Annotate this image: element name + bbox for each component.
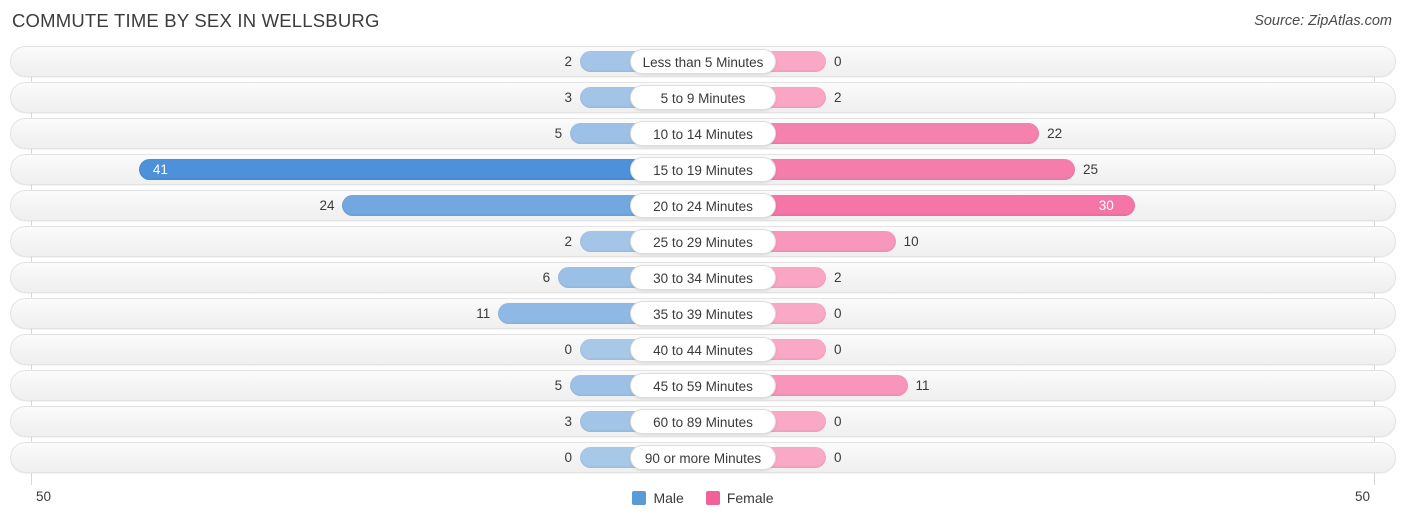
female-bar[interactable] (762, 231, 896, 252)
category-label: 90 or more Minutes (630, 445, 776, 470)
category-label: Less than 5 Minutes (630, 49, 776, 74)
legend-swatch-icon (632, 491, 647, 505)
bar-row: 24 30 20 to 24 Minutes (0, 188, 1406, 224)
male-value-label: 24 (319, 198, 335, 213)
female-value-label: 25 (1083, 162, 1099, 177)
legend-item[interactable]: Female (705, 490, 774, 506)
source-attribution: Source: ZipAtlas.com (1254, 13, 1392, 29)
female-value-label: 22 (1047, 126, 1063, 141)
female-value-label: 10 (903, 234, 919, 249)
male-bar[interactable] (342, 195, 644, 216)
female-value-label: 0 (834, 342, 842, 357)
female-value-label: 0 (834, 54, 842, 69)
male-value-label: 6 (542, 270, 551, 285)
category-label: 15 to 19 Minutes (630, 157, 776, 182)
category-label: 30 to 34 Minutes (630, 265, 776, 290)
chart-footer: 50 50 Male Female (0, 485, 1406, 523)
bar-row: 0 0 90 or more Minutes (0, 440, 1406, 476)
female-value-label: 2 (834, 90, 842, 105)
male-value-label: 3 (564, 90, 572, 105)
category-label: 35 to 39 Minutes (630, 301, 776, 326)
chart-legend: Male Female (0, 490, 1406, 506)
male-bar[interactable] (498, 303, 644, 324)
bar-row: 2 10 25 to 29 Minutes (0, 224, 1406, 260)
category-label: 20 to 24 Minutes (630, 193, 776, 218)
male-value-label: 5 (554, 126, 563, 141)
female-value-label: 0 (834, 450, 842, 465)
bar-row: 2 0 Less than 5 Minutes (0, 44, 1406, 80)
bar-row: 41 25 15 to 19 Minutes (0, 152, 1406, 188)
commute-time-chart: COMMUTE TIME BY SEX IN WELLSBURG Source:… (0, 0, 1406, 523)
female-value-label: 11 (915, 378, 930, 393)
legend-label: Male (653, 490, 684, 506)
category-label: 10 to 14 Minutes (630, 121, 776, 146)
plot-area: 2 0 Less than 5 Minutes 3 2 5 to 9 Minutes 5 22… (0, 44, 1406, 485)
male-value-label: 0 (564, 342, 572, 357)
bar-row: 5 22 10 to 14 Minutes (0, 116, 1406, 152)
bar-row: 6 2 30 to 34 Minutes (0, 260, 1406, 296)
bar-row: 3 2 5 to 9 Minutes (0, 80, 1406, 116)
page-title: COMMUTE TIME BY SEX IN WELLSBURG (12, 10, 380, 31)
male-value-label: 11 (476, 306, 491, 321)
bar-rows: 2 0 Less than 5 Minutes 3 2 5 to 9 Minutes 5 22… (0, 44, 1406, 476)
category-label: 40 to 44 Minutes (630, 337, 776, 362)
female-value-label: 0 (834, 306, 842, 321)
bar-row: 0 0 40 to 44 Minutes (0, 332, 1406, 368)
legend-item[interactable]: Male (632, 490, 684, 506)
male-bar[interactable] (138, 159, 644, 180)
female-bar[interactable] (762, 375, 908, 396)
category-label: 45 to 59 Minutes (630, 373, 776, 398)
male-value-label: 2 (564, 234, 572, 249)
female-value-label: 30 (1098, 198, 1114, 213)
legend-label: Female (726, 490, 774, 506)
male-value-label: 2 (564, 54, 572, 69)
male-value-label: 5 (554, 378, 563, 393)
female-bar[interactable] (762, 123, 1040, 144)
female-bar[interactable] (762, 195, 1135, 216)
legend-swatch-icon (705, 491, 720, 505)
male-value-label: 41 (152, 162, 168, 177)
bar-row: 5 11 45 to 59 Minutes (0, 368, 1406, 404)
female-bar[interactable] (762, 159, 1075, 180)
category-label: 60 to 89 Minutes (630, 409, 776, 434)
chart-header: COMMUTE TIME BY SEX IN WELLSBURG Source:… (0, 0, 1406, 44)
male-value-label: 3 (564, 414, 572, 429)
category-label: 25 to 29 Minutes (630, 229, 776, 254)
bar-row: 11 0 35 to 39 Minutes (0, 296, 1406, 332)
category-label: 5 to 9 Minutes (630, 85, 776, 110)
male-value-label: 0 (564, 450, 572, 465)
female-value-label: 2 (834, 270, 842, 285)
bar-row: 3 0 60 to 89 Minutes (0, 404, 1406, 440)
female-value-label: 0 (834, 414, 842, 429)
